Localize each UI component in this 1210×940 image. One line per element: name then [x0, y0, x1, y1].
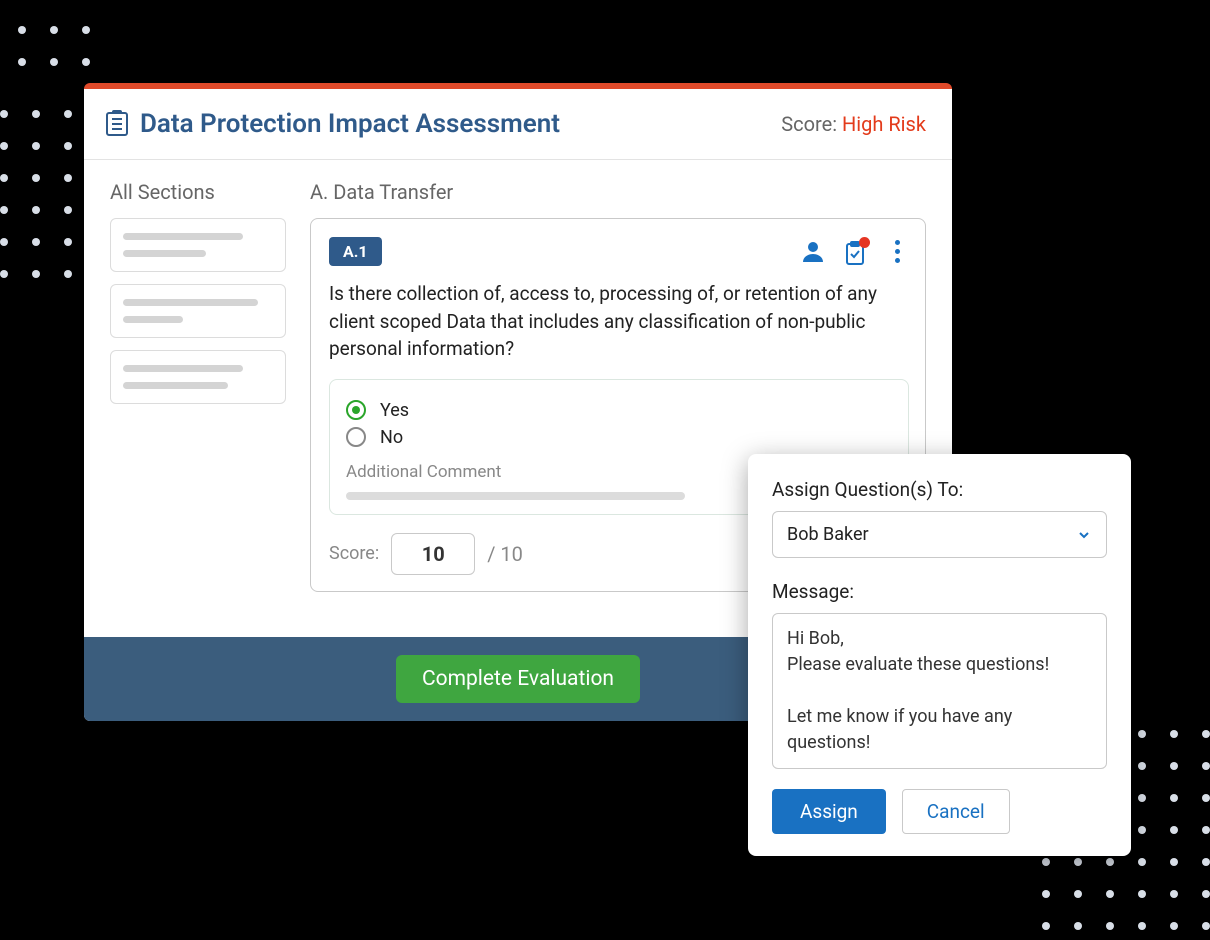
- checklist-icon: [106, 112, 128, 136]
- radio-no-label: No: [380, 427, 403, 448]
- radio-yes-label: Yes: [380, 400, 409, 421]
- comment-placeholder-bar[interactable]: [346, 492, 685, 500]
- decorative-dots-left: [0, 110, 72, 278]
- more-options-icon[interactable]: [885, 240, 909, 264]
- question-score-max: / 10: [487, 542, 523, 566]
- radio-no-input[interactable]: [346, 427, 366, 447]
- message-textarea[interactable]: Hi Bob, Please evaluate these questions!…: [772, 613, 1107, 769]
- question-score-label: Score:: [329, 543, 379, 564]
- cancel-button[interactable]: Cancel: [902, 789, 1010, 834]
- question-badge: A.1: [329, 237, 382, 266]
- radio-no[interactable]: No: [346, 427, 892, 448]
- assign-popover: Assign Question(s) To: Bob Baker Message…: [748, 454, 1131, 856]
- notification-dot: [859, 237, 870, 248]
- header-score-value: High Risk: [842, 112, 926, 136]
- radio-yes[interactable]: Yes: [346, 400, 892, 421]
- decorative-dots-top-left: [18, 26, 90, 66]
- section-placeholder-2[interactable]: [110, 284, 286, 338]
- assignee-value: Bob Baker: [787, 524, 1076, 545]
- message-label: Message:: [772, 580, 1107, 603]
- card-header: Data Protection Impact Assessment Score:…: [84, 89, 952, 160]
- section-placeholder-1[interactable]: [110, 218, 286, 272]
- chevron-down-icon: [1076, 527, 1092, 543]
- sections-heading: All Sections: [110, 180, 286, 204]
- header-score: Score: High Risk: [781, 112, 926, 136]
- question-top-row: A.1: [329, 237, 909, 266]
- person-icon[interactable]: [801, 240, 825, 264]
- question-score-input[interactable]: [391, 533, 475, 575]
- section-placeholder-3[interactable]: [110, 350, 286, 404]
- page-title: Data Protection Impact Assessment: [140, 109, 781, 139]
- assign-title: Assign Question(s) To:: [772, 478, 1107, 501]
- header-score-label: Score:: [781, 112, 842, 136]
- section-title: A. Data Transfer: [310, 180, 926, 204]
- question-text: Is there collection of, access to, proce…: [329, 280, 909, 363]
- complete-evaluation-button[interactable]: Complete Evaluation: [396, 655, 640, 703]
- assign-buttons: Assign Cancel: [772, 789, 1107, 834]
- clipboard-check-icon[interactable]: [843, 240, 867, 264]
- assign-button[interactable]: Assign: [772, 789, 886, 834]
- sections-column: All Sections: [110, 180, 286, 637]
- assignee-select[interactable]: Bob Baker: [772, 511, 1107, 558]
- radio-yes-input[interactable]: [346, 400, 366, 420]
